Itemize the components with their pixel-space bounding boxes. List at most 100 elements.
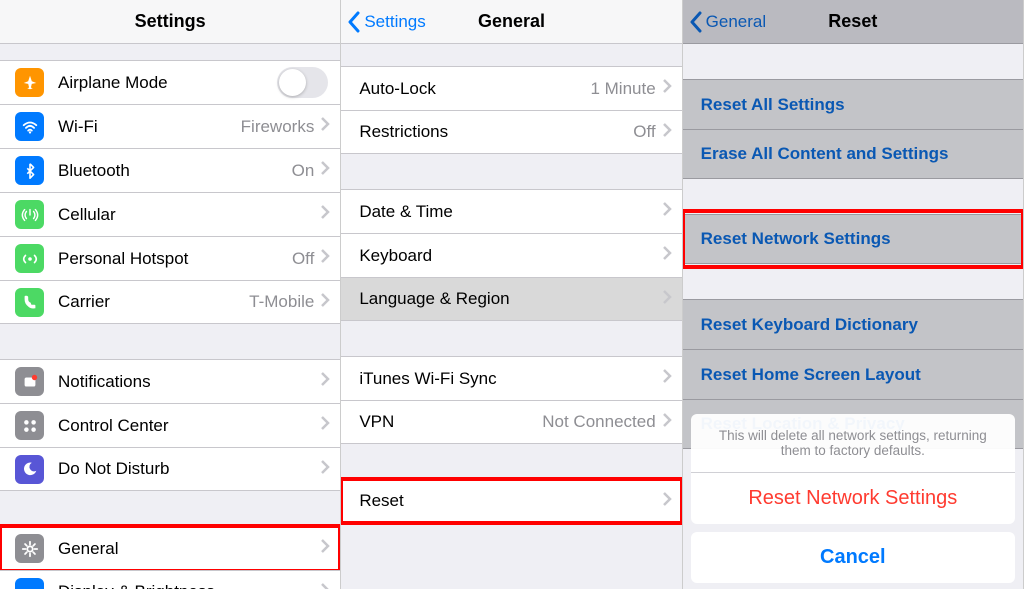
row-value: Not Connected [542, 412, 655, 432]
settings-row-carrier[interactable]: CarrierT-Mobile [0, 280, 340, 324]
reset-row-reset-home[interactable]: Reset Home Screen Layout [683, 349, 1023, 399]
row-value: 1 Minute [590, 79, 655, 99]
back-button[interactable]: Settings [347, 11, 425, 33]
chevron-right-icon [662, 202, 672, 221]
control-center-icon [15, 411, 44, 440]
row-label: Keyboard [359, 246, 661, 266]
row-label: General [58, 539, 320, 559]
chevron-right-icon [320, 117, 330, 136]
chevron-right-icon [320, 416, 330, 435]
chevron-right-icon [662, 369, 672, 388]
row-label: Reset Keyboard Dictionary [701, 315, 918, 335]
action-sheet-reset-network-button[interactable]: Reset Network Settings [691, 473, 1015, 524]
row-label: iTunes Wi-Fi Sync [359, 369, 661, 389]
row-value: Off [292, 249, 314, 269]
settings-row-notifications[interactable]: Notifications [0, 359, 340, 403]
chevron-right-icon [320, 372, 330, 391]
settings-row-general[interactable]: General [0, 526, 340, 570]
settings-row-display[interactable]: AA Display & Brightness [0, 570, 340, 589]
bluetooth-icon [15, 156, 44, 185]
chevron-right-icon [320, 460, 330, 479]
general-row-autolock[interactable]: Auto-Lock1 Minute [341, 66, 681, 110]
row-label: Control Center [58, 416, 320, 436]
notifications-icon [15, 367, 44, 396]
chevron-right-icon [320, 161, 330, 180]
general-row-datetime[interactable]: Date & Time [341, 189, 681, 233]
settings-row-controlcenter[interactable]: Control Center [0, 403, 340, 447]
airplane-toggle[interactable] [277, 67, 328, 98]
settings-row-airplane[interactable]: Airplane Mode [0, 60, 340, 104]
chevron-left-icon [347, 11, 361, 33]
row-label: Date & Time [359, 202, 661, 222]
navbar-reset: General Reset [683, 0, 1023, 44]
row-label: Restrictions [359, 122, 633, 142]
back-button[interactable]: General [689, 11, 766, 33]
reset-row-erase-all[interactable]: Erase All Content and Settings [683, 129, 1023, 179]
row-label: Display & Brightness [58, 582, 320, 589]
settings-row-bluetooth[interactable]: BluetoothOn [0, 148, 340, 192]
row-label: VPN [359, 412, 542, 432]
airplane-icon [15, 68, 44, 97]
row-label: Language & Region [359, 289, 661, 309]
navbar-settings: Settings [0, 0, 340, 44]
moon-icon [15, 455, 44, 484]
chevron-right-icon [320, 539, 330, 558]
chevron-right-icon [662, 123, 672, 142]
reset-row-reset-network[interactable]: Reset Network Settings [683, 214, 1023, 264]
settings-row-cellular[interactable]: Cellular [0, 192, 340, 236]
general-row-keyboard[interactable]: Keyboard [341, 233, 681, 277]
row-value: Fireworks [241, 117, 315, 137]
row-value: On [292, 161, 315, 181]
wifi-icon [15, 112, 44, 141]
general-row-ituneswifi[interactable]: iTunes Wi-Fi Sync [341, 356, 681, 400]
general-row-restrictions[interactable]: RestrictionsOff [341, 110, 681, 154]
row-value: Off [633, 122, 655, 142]
back-label: Settings [364, 12, 425, 32]
row-label: Personal Hotspot [58, 249, 292, 269]
chevron-right-icon [320, 293, 330, 312]
action-sheet: This will delete all network settings, r… [691, 414, 1015, 583]
row-label: Bluetooth [58, 161, 292, 181]
row-label: Cellular [58, 205, 320, 225]
row-label: Auto-Lock [359, 79, 590, 99]
action-sheet-message: This will delete all network settings, r… [691, 414, 1015, 473]
chevron-right-icon [320, 583, 330, 589]
row-label: Carrier [58, 292, 249, 312]
chevron-right-icon [662, 246, 672, 265]
row-label: Wi-Fi [58, 117, 241, 137]
reset-row-reset-keyboard[interactable]: Reset Keyboard Dictionary [683, 299, 1023, 349]
cellular-icon [15, 200, 44, 229]
reset-panel: General Reset Reset All Settings Erase Al… [683, 0, 1024, 589]
back-label: General [706, 12, 766, 32]
action-sheet-cancel-button[interactable]: Cancel [691, 532, 1015, 583]
chevron-right-icon [662, 79, 672, 98]
row-label: Do Not Disturb [58, 459, 320, 479]
general-panel: Settings General Auto-Lock1 MinuteRestri… [341, 0, 682, 589]
chevron-right-icon [320, 205, 330, 224]
reset-row-reset-all[interactable]: Reset All Settings [683, 79, 1023, 129]
hotspot-icon [15, 244, 44, 273]
chevron-right-icon [662, 492, 672, 511]
general-row-vpn[interactable]: VPNNot Connected [341, 400, 681, 444]
row-label: Notifications [58, 372, 320, 392]
settings-row-wifi[interactable]: Wi-FiFireworks [0, 104, 340, 148]
general-row-reset[interactable]: Reset [341, 479, 681, 523]
display-icon: AA [15, 578, 44, 589]
chevron-right-icon [320, 249, 330, 268]
phone-icon [15, 288, 44, 317]
general-row-language[interactable]: Language & Region [341, 277, 681, 321]
row-label: Airplane Mode [58, 73, 277, 93]
action-sheet-cancel-card: Cancel [691, 532, 1015, 583]
row-label: Reset All Settings [701, 95, 845, 115]
nav-title: Settings [135, 11, 206, 32]
settings-row-dnd[interactable]: Do Not Disturb [0, 447, 340, 491]
row-label: Reset [359, 491, 661, 511]
row-value: T-Mobile [249, 292, 314, 312]
gear-icon [15, 534, 44, 563]
action-sheet-card: This will delete all network settings, r… [691, 414, 1015, 524]
nav-title: General [478, 11, 545, 32]
settings-root-panel: Settings Airplane ModeWi-FiFireworksBlue… [0, 0, 341, 589]
chevron-right-icon [662, 413, 672, 432]
chevron-right-icon [662, 290, 672, 309]
settings-row-hotspot[interactable]: Personal HotspotOff [0, 236, 340, 280]
